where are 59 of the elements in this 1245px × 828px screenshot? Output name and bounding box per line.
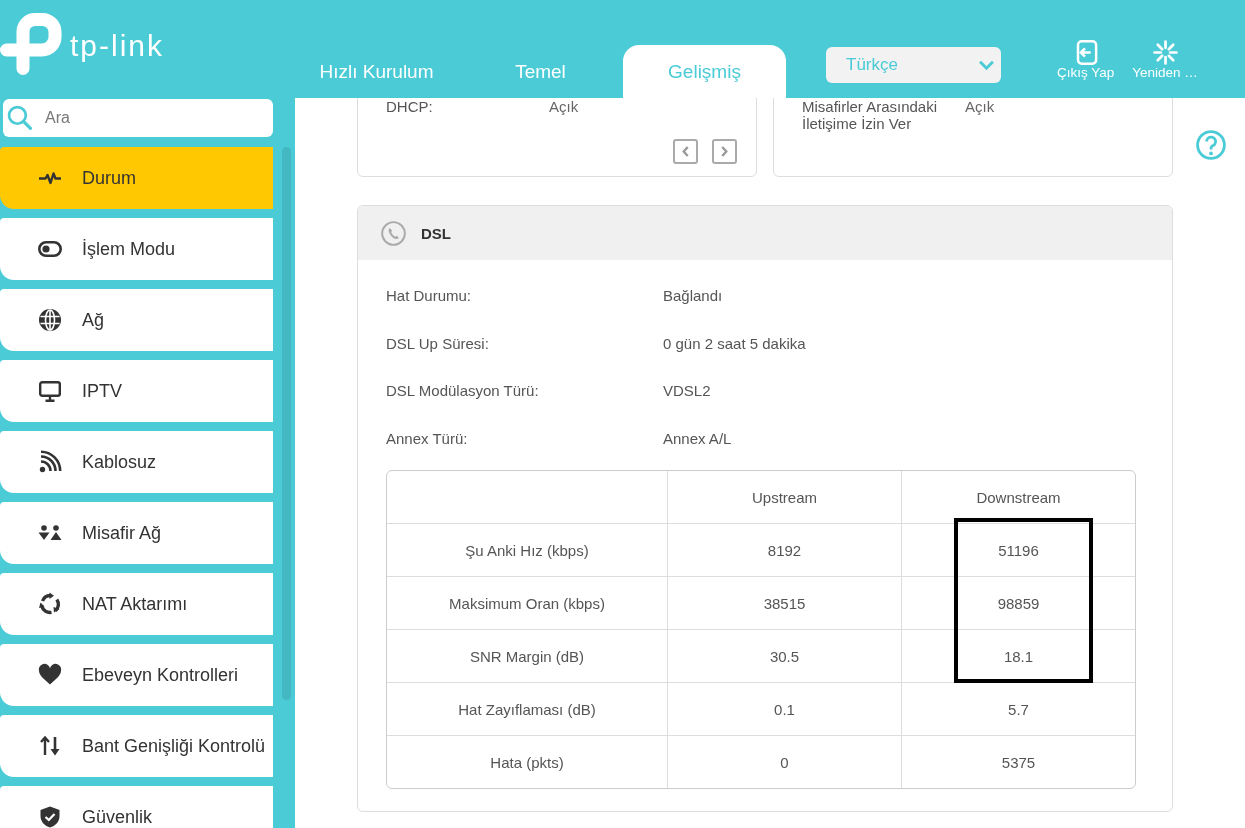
wireless-icon bbox=[38, 450, 62, 474]
search-icon bbox=[7, 105, 32, 130]
arrows-icon bbox=[38, 734, 62, 758]
menu-item[interactable]: IPTV bbox=[0, 360, 273, 422]
logo-text: tp-link bbox=[70, 29, 165, 63]
heart-icon bbox=[38, 663, 62, 687]
table-cell: 8192 bbox=[668, 524, 902, 577]
field-label: Hat Durumu: bbox=[386, 287, 473, 305]
menu-item[interactable]: NAT Aktarımı bbox=[0, 573, 273, 635]
row-label: Maksimum Oran (kbps) bbox=[387, 577, 668, 630]
column-header: Downstream bbox=[902, 471, 1135, 524]
help-icon[interactable] bbox=[1196, 130, 1226, 160]
field-label: DHCP: bbox=[386, 98, 434, 115]
monitor-icon bbox=[38, 379, 62, 403]
refresh-icon bbox=[38, 592, 62, 616]
menu-item[interactable]: Ebeveyn Kontrolleri bbox=[0, 644, 273, 706]
field-value: 0 gün 2 saat 5 dakika bbox=[663, 334, 806, 352]
row-label: Hata (pkts) bbox=[387, 736, 668, 788]
table-cell: 30.5 bbox=[668, 630, 902, 683]
menu-item[interactable]: Kablosuz bbox=[0, 431, 273, 493]
next-button[interactable] bbox=[712, 139, 737, 164]
spinner-icon bbox=[1152, 40, 1178, 65]
menu-item[interactable]: Durum bbox=[0, 147, 273, 209]
field-label: Misafirler Arasındaki İletişime İzin Ver bbox=[802, 98, 939, 132]
row-label: Hat Zayıflaması (dB) bbox=[387, 683, 668, 736]
field-value: Açık bbox=[965, 98, 995, 115]
table-cell: 38515 bbox=[668, 577, 902, 630]
table-cell: 18.1 bbox=[902, 630, 1135, 683]
panel-title: DSL bbox=[421, 224, 451, 242]
menu-item[interactable]: Ağ bbox=[0, 289, 273, 351]
shield-icon bbox=[38, 805, 62, 828]
globe-icon bbox=[38, 308, 62, 332]
field-value: Açık bbox=[549, 98, 579, 115]
phone-icon bbox=[381, 220, 406, 246]
field-label: DSL Modülasyon Türü: bbox=[386, 382, 540, 400]
table-cell: 51196 bbox=[902, 524, 1135, 577]
row-label: SNR Margin (dB) bbox=[387, 630, 668, 683]
table-cell: 98859 bbox=[902, 577, 1135, 630]
table-cell-text: 5375 bbox=[1000, 752, 1037, 773]
previous-button[interactable] bbox=[673, 139, 698, 164]
menu-item[interactable]: İşlem Modu bbox=[0, 218, 273, 280]
chevron-down-icon bbox=[978, 59, 995, 71]
field-label: DSL Up Süresi: bbox=[386, 334, 490, 352]
field-value: Annex A/L bbox=[663, 429, 732, 447]
table-cell: 0 bbox=[668, 736, 902, 788]
menu-item[interactable]: Misafir Ağ bbox=[0, 502, 273, 564]
table-cell: 5.7 bbox=[902, 683, 1135, 736]
chevron-left-icon bbox=[681, 145, 690, 158]
search-field[interactable]: Ara bbox=[3, 99, 273, 137]
field-value: Bağlandı bbox=[663, 287, 723, 305]
chevron-right-icon bbox=[720, 145, 729, 158]
field-label: Annex Türü: bbox=[386, 429, 469, 447]
menu-item[interactable]: Güvenlik bbox=[0, 786, 273, 828]
menu-item[interactable]: Bant Genişliği Kontrolü bbox=[0, 715, 273, 777]
row-label: Şu Anki Hız (kbps) bbox=[387, 524, 668, 577]
column-header: Upstream bbox=[668, 471, 902, 524]
logo-icon bbox=[0, 13, 62, 75]
field-value: VDSL2 bbox=[663, 382, 711, 400]
table-cell: 0.1 bbox=[668, 683, 902, 736]
